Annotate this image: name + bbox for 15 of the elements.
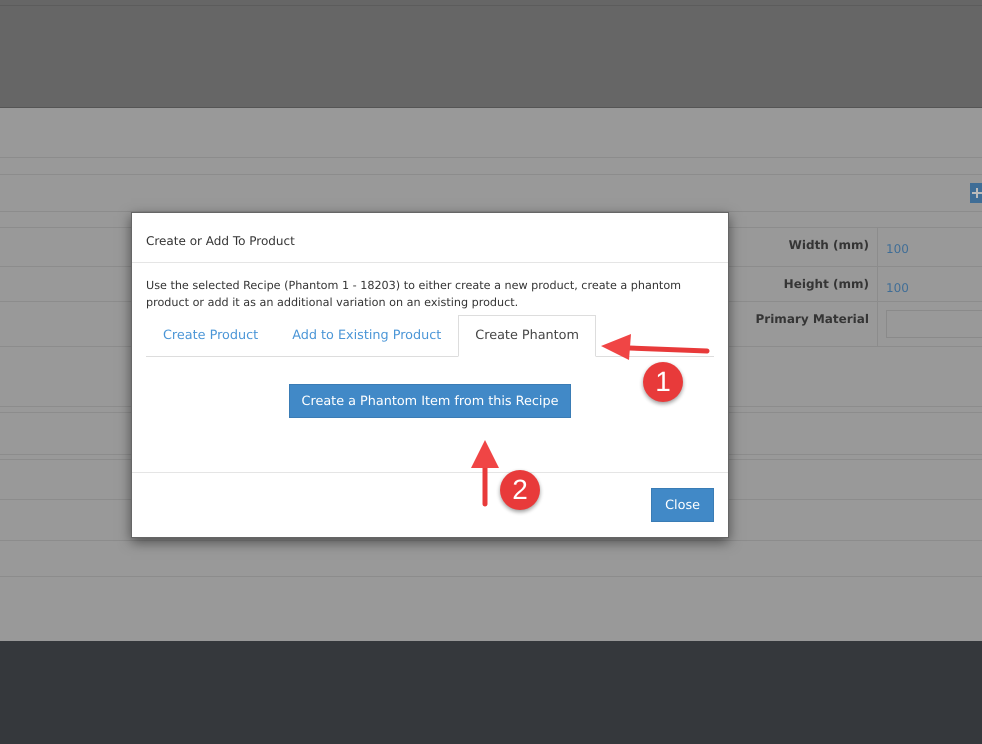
tab[interactable]: Create Phantom [458, 315, 596, 357]
dialog-title: Create or Add To Product [146, 234, 295, 248]
field-value: 100 [886, 281, 909, 295]
arrow [471, 438, 499, 508]
field-label: Primary Material [755, 312, 869, 326]
close-button[interactable]: Close [651, 488, 714, 522]
field-label: Width (mm) [788, 238, 869, 252]
create-phantom-button[interactable]: Create a Phantom Item from this Recipe [288, 384, 572, 418]
tab[interactable]: Create Product [146, 315, 276, 357]
field-value: 100 [886, 242, 909, 256]
plus-icon [972, 188, 982, 198]
description-text: Use the selected Recipe (Phantom 1 - 18203) to either create a new product, create a phantom product or add it as an additional variation on an existing product. [146, 278, 682, 311]
tab[interactable]: Add to Existing Product [275, 315, 458, 357]
field-label: Height (mm) [784, 277, 869, 291]
add-button[interactable] [970, 183, 982, 203]
